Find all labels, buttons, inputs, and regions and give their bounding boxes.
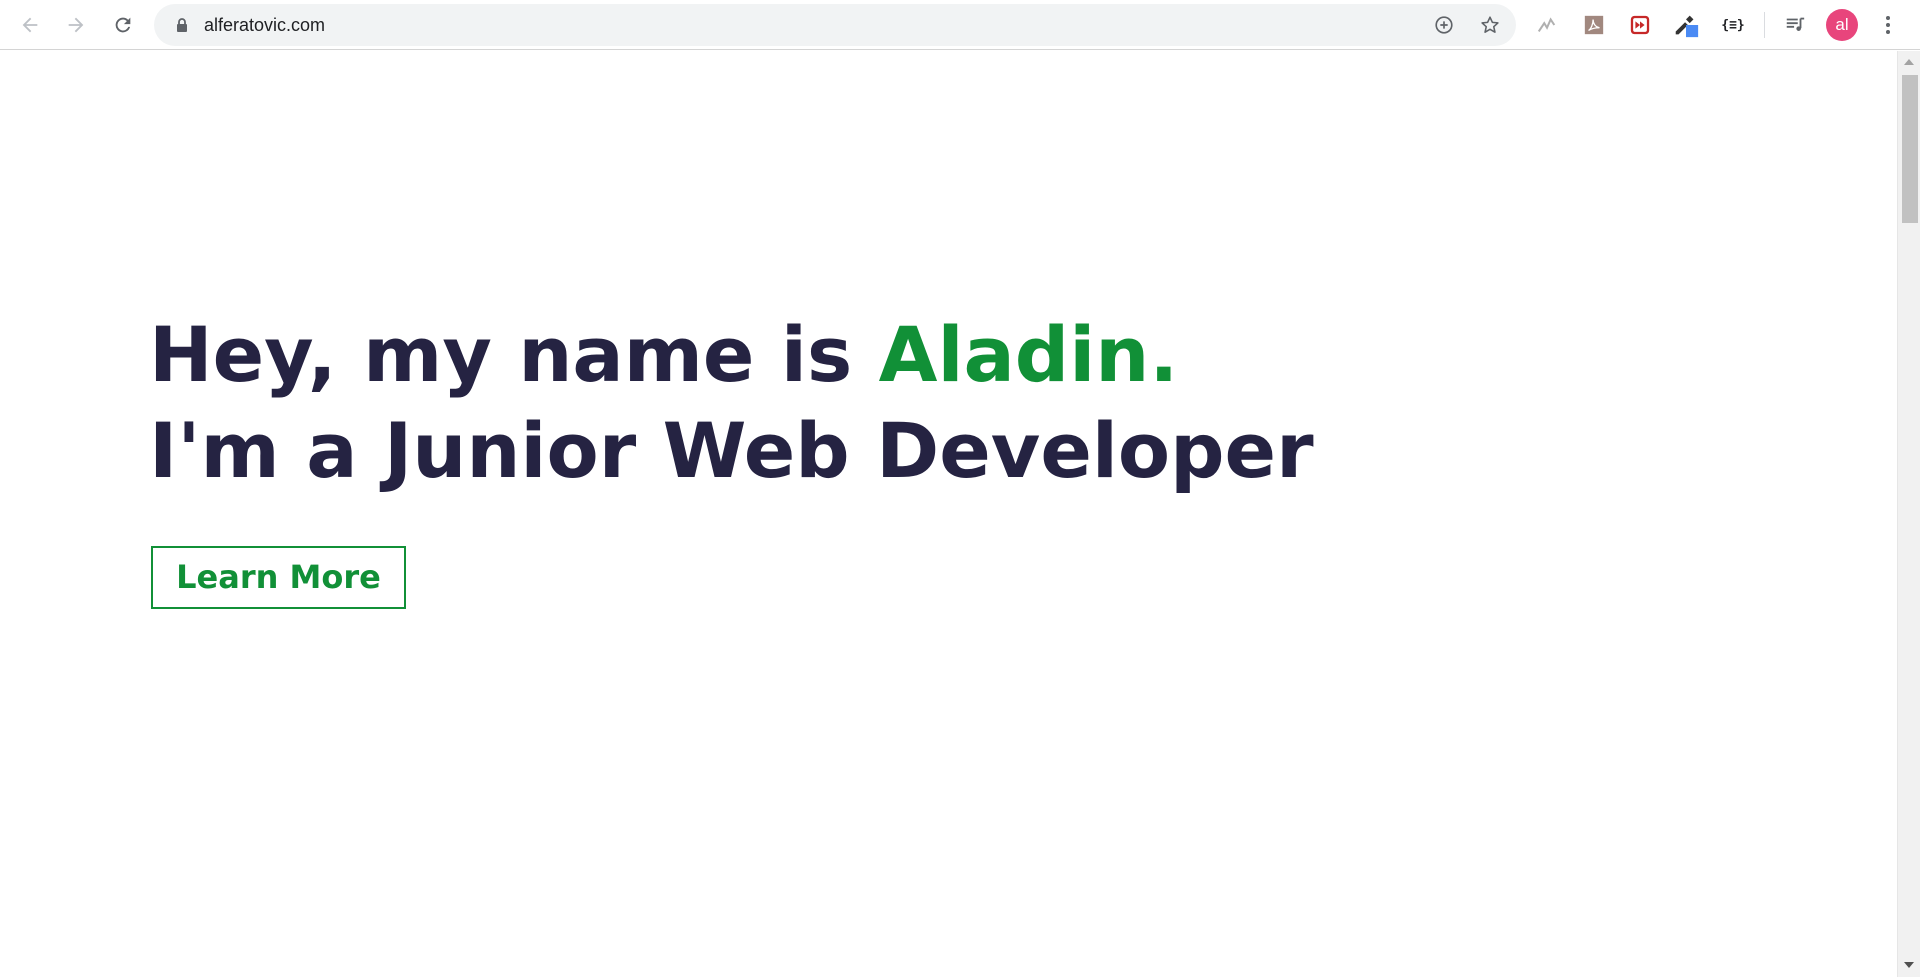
reload-button[interactable] xyxy=(106,8,140,42)
page-viewport xyxy=(0,51,1897,977)
lock-icon xyxy=(177,18,187,32)
toolbar-divider xyxy=(1764,12,1765,38)
scroll-thumb[interactable] xyxy=(1902,75,1918,223)
hero-heading-name: Aladin. xyxy=(878,310,1179,399)
reload-icon xyxy=(115,17,131,33)
browser-toolbar: alferatovic.com {≡} al xyxy=(0,0,1920,50)
learn-more-button[interactable]: Learn More xyxy=(151,546,406,609)
scroll-up-arrow-icon[interactable] xyxy=(1904,59,1914,65)
hero-heading-prefix: Hey, my name is xyxy=(149,310,879,399)
playlist-extension-icon[interactable] xyxy=(1780,10,1810,40)
arrow-left-icon xyxy=(22,17,38,33)
profile-avatar[interactable]: al xyxy=(1826,9,1858,41)
arrow-right-icon xyxy=(68,17,84,33)
color-picker-extension-icon[interactable] xyxy=(1671,10,1701,40)
bookmark-star-icon[interactable] xyxy=(1478,13,1502,37)
hero-heading-role: I'm a Junior Web Developer xyxy=(149,406,1314,495)
url-text[interactable]: alferatovic.com xyxy=(204,4,325,46)
hero-heading: Hey, my name is Aladin. I'm a Junior Web… xyxy=(149,307,1314,499)
forward-button[interactable] xyxy=(59,8,93,42)
fast-forward-extension-icon[interactable] xyxy=(1625,10,1655,40)
pdf-extension-icon[interactable] xyxy=(1579,10,1609,40)
scroll-down-arrow-icon[interactable] xyxy=(1904,962,1914,968)
back-button[interactable] xyxy=(13,8,47,42)
page-scrollbar[interactable] xyxy=(1897,51,1920,977)
json-formatter-extension-icon[interactable]: {≡} xyxy=(1718,10,1748,40)
wave-extension-icon[interactable] xyxy=(1532,10,1562,40)
zoom-icon[interactable] xyxy=(1432,13,1456,37)
address-bar[interactable]: alferatovic.com xyxy=(154,4,1516,46)
browser-menu-icon[interactable] xyxy=(1876,10,1900,40)
